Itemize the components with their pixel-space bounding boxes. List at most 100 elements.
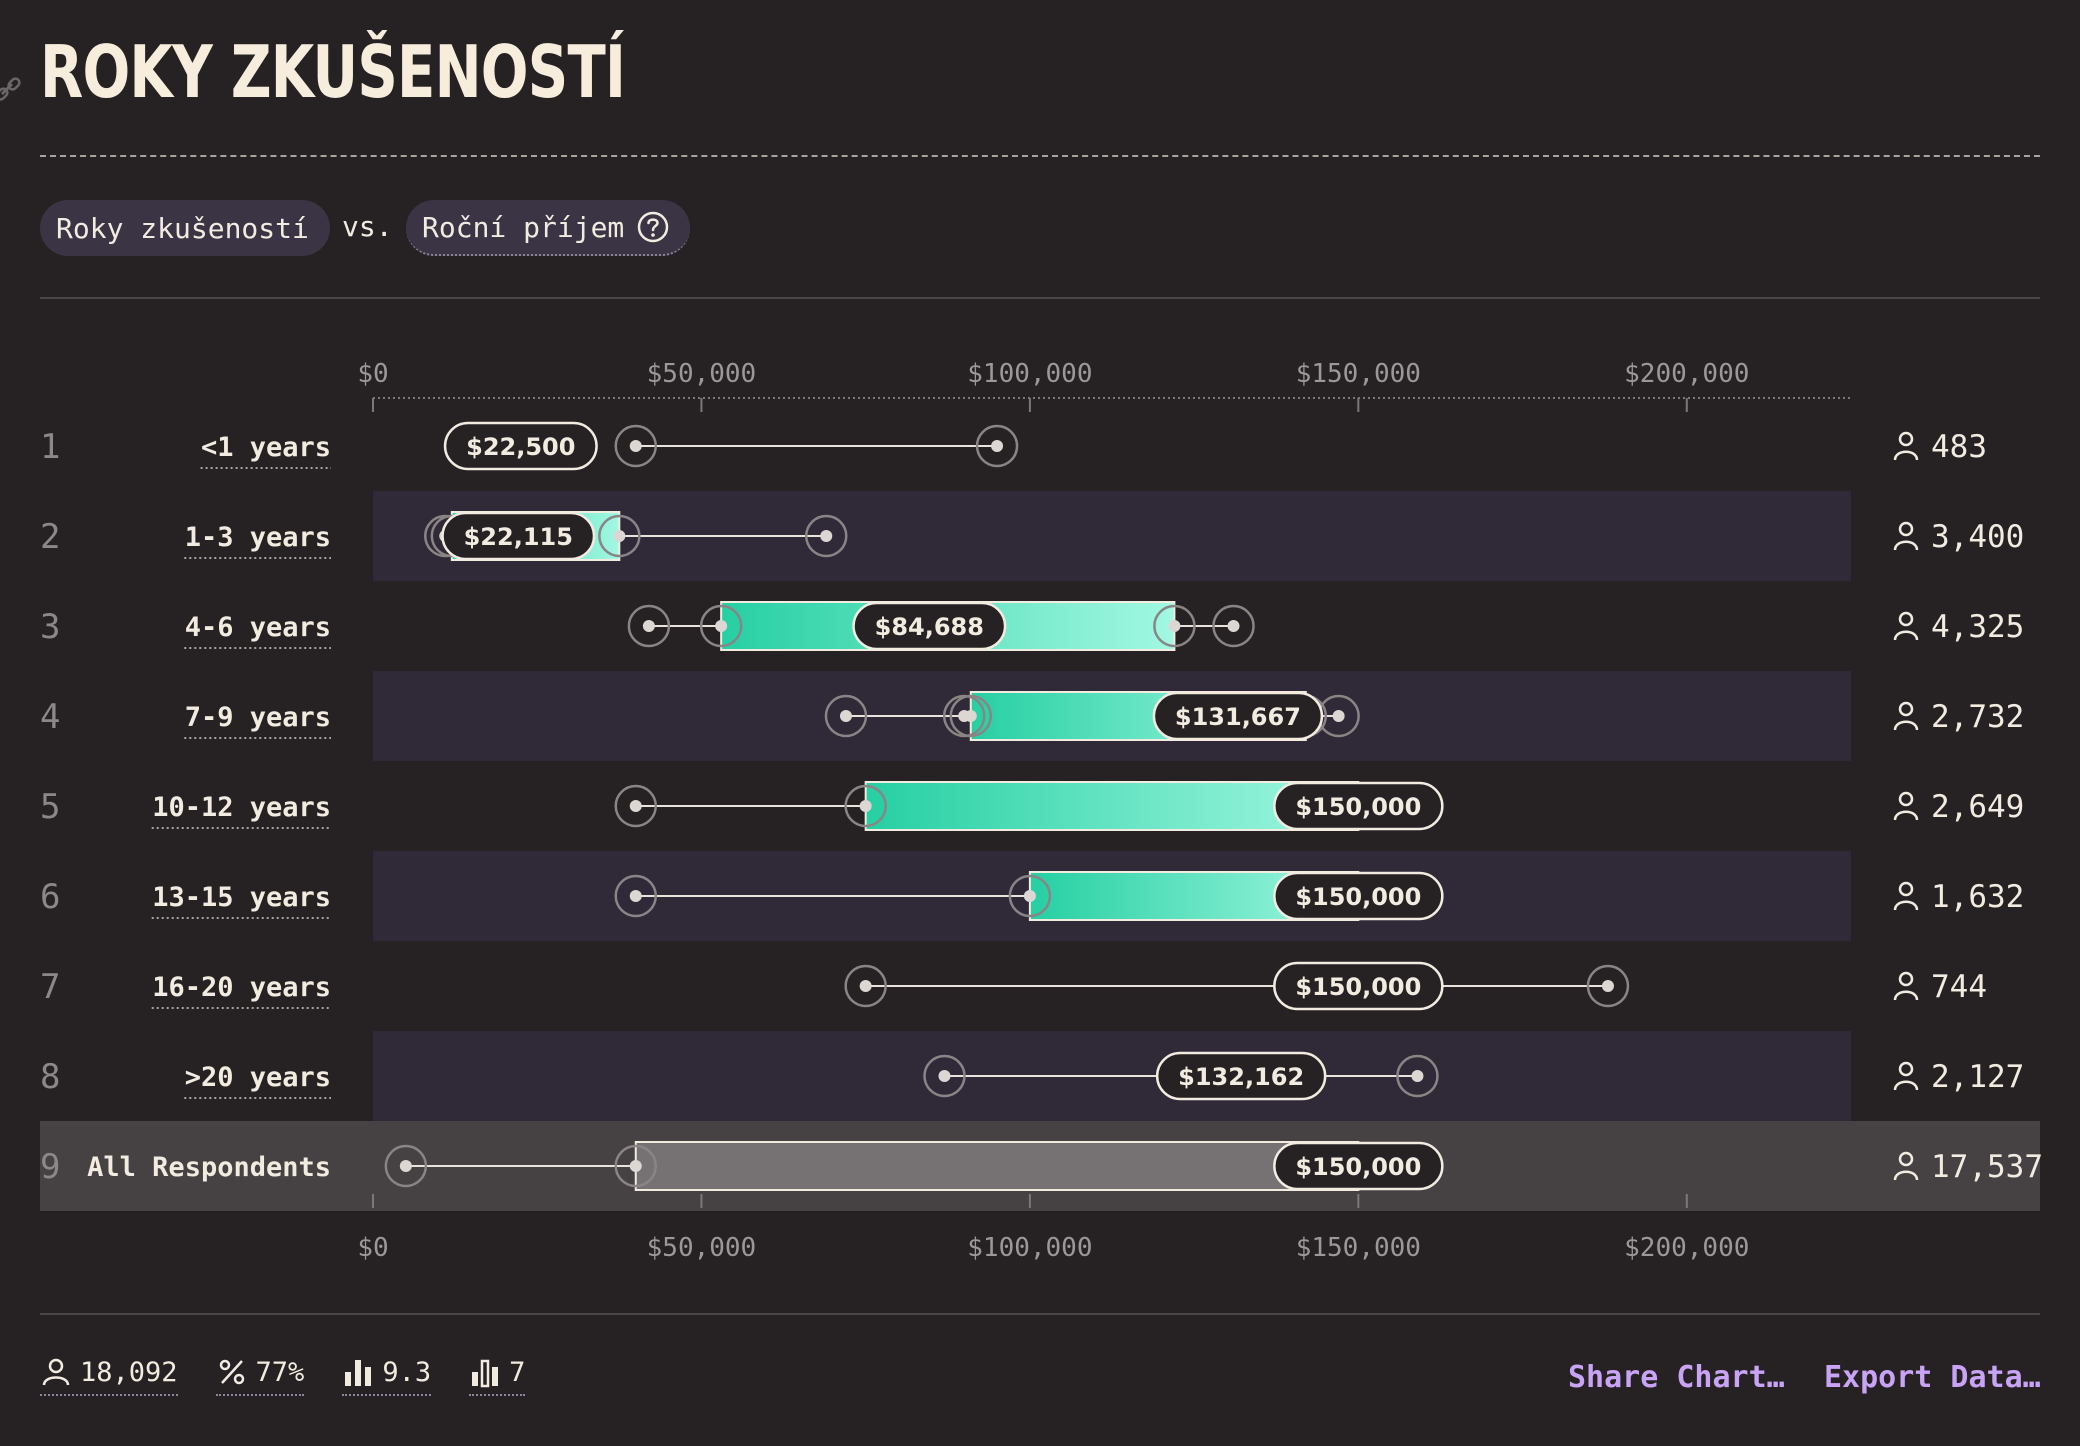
x-tick-label: $200,000 <box>1624 359 1749 389</box>
q1-marker-dot <box>629 1160 642 1172</box>
person-icon <box>1893 611 1919 641</box>
row-label: 7-9 years <box>185 702 331 733</box>
row-label: 4-6 years <box>185 612 331 643</box>
row-count: 744 <box>1931 969 1987 1005</box>
row-count: 2,732 <box>1931 699 2024 735</box>
row-label: 1-3 years <box>185 522 331 553</box>
x-tick-label: $0 <box>357 359 388 389</box>
median-label: $131,667 <box>1175 703 1301 731</box>
median-label: $22,115 <box>464 523 573 551</box>
outer-low-marker-dot <box>642 620 655 632</box>
x-tick-label: $0 <box>357 1233 388 1263</box>
respondents-stat[interactable]: 18,092 <box>40 1356 178 1396</box>
bar-chart-outline-icon <box>472 1359 499 1388</box>
chart-row: 1 <1 years $22,500 483 <box>40 421 1987 471</box>
box-plot-chart: $0 $50,000 $100,000 $150,000 $200,000 $0 $50,0… <box>40 359 2043 1263</box>
footer-stats: 18,092 77% 9.3 7 <box>40 1356 526 1396</box>
q3-marker-dot <box>613 530 626 542</box>
row-index: 1 <box>40 427 60 467</box>
person-icon <box>1893 1061 1919 1091</box>
q1-marker-dot <box>964 710 977 722</box>
person-icon-head <box>1898 881 1914 897</box>
row-index: 5 <box>40 787 60 827</box>
person-icon-body <box>1893 990 1919 1001</box>
median-label: $150,000 <box>1295 793 1421 821</box>
export-data-link[interactable]: Export Data… <box>1824 1360 2041 1395</box>
outer-low-marker-dot <box>629 800 642 812</box>
outer-low-marker-dot <box>839 710 852 722</box>
person-icon-head <box>1898 701 1914 717</box>
q3-marker-dot <box>1168 620 1181 632</box>
median-label: $132,162 <box>1178 1063 1304 1091</box>
row-count: 2,127 <box>1931 1059 2024 1095</box>
row-label: >20 years <box>185 1062 331 1093</box>
row-index: 6 <box>40 877 60 917</box>
percent-value: 77% <box>255 1356 305 1388</box>
row-label: <1 years <box>201 432 331 463</box>
x-tick-label: $200,000 <box>1624 1233 1749 1263</box>
x-tick-label: $50,000 <box>647 1233 757 1263</box>
row-index: 2 <box>40 517 60 557</box>
person-icon-body <box>1893 450 1919 461</box>
x-tick-label: $50,000 <box>647 359 757 389</box>
person-icon-body <box>1893 540 1919 551</box>
percent-stat[interactable]: 77% <box>215 1356 305 1396</box>
median-label: $84,688 <box>875 613 984 641</box>
whisker-low-marker-dot <box>629 440 642 452</box>
person-icon-head <box>1898 431 1914 447</box>
row-label: 16-20 years <box>152 972 331 1003</box>
person-icon-head <box>1898 971 1914 987</box>
person-icon-body <box>1893 630 1919 641</box>
person-icon-body <box>1893 720 1919 731</box>
person-icon <box>1893 971 1919 1001</box>
median-stat[interactable]: 7 <box>469 1356 526 1396</box>
person-icon <box>1893 431 1919 461</box>
chart-row: 3 4-6 years $84,688 4,325 <box>40 601 2024 651</box>
median-label: $150,000 <box>1295 1153 1421 1181</box>
whisker-low-marker-dot <box>1023 890 1036 902</box>
row-index: 3 <box>40 607 60 647</box>
whisker-high-marker-dot <box>991 440 1004 452</box>
person-icon-body <box>1893 1080 1919 1091</box>
mean-value: 9.3 <box>382 1356 432 1388</box>
person-icon-body <box>1893 810 1919 821</box>
whisker-high-marker-dot <box>1411 1070 1424 1082</box>
median-value: 7 <box>509 1356 526 1388</box>
row-count: 4,325 <box>1931 609 2024 645</box>
whisker-low-marker-dot <box>715 620 728 632</box>
person-icon-head <box>1898 791 1914 807</box>
whisker-high-marker-dot <box>820 530 833 542</box>
row-label: 13-15 years <box>152 882 331 913</box>
median-label: $150,000 <box>1295 973 1421 1001</box>
row-count: 17,537 <box>1931 1149 2043 1185</box>
iqr-box <box>634 1141 1360 1191</box>
footer-divider <box>40 1313 2040 1315</box>
x-tick-label: $150,000 <box>1296 359 1421 389</box>
person-icon-body <box>1893 900 1919 911</box>
whisker-low-marker-dot <box>859 980 872 992</box>
median-label: $22,500 <box>466 433 575 461</box>
chart-row: 5 10-12 years $150,000 2,649 <box>40 781 2024 831</box>
chart-row: 7 16-20 years $150,000 744 <box>40 961 1987 1011</box>
whisker-low-marker-dot <box>938 1070 951 1082</box>
row-index: 9 <box>40 1147 60 1187</box>
median-label: $150,000 <box>1295 883 1421 911</box>
outer-low-marker-dot <box>399 1160 412 1172</box>
row-count: 3,400 <box>1931 519 2024 555</box>
x-tick-label: $150,000 <box>1296 1233 1421 1263</box>
person-icon-head <box>1898 1061 1914 1077</box>
share-chart-link[interactable]: Share Chart… <box>1568 1360 1785 1395</box>
whisker-low-marker-dot <box>859 800 872 812</box>
whisker-high-marker-dot <box>1332 710 1345 722</box>
percent-icon <box>219 1359 244 1385</box>
bar-chart-icon <box>345 1360 372 1386</box>
row-index: 8 <box>40 1057 60 1097</box>
row-label: 10-12 years <box>152 792 331 823</box>
person-icon <box>1893 521 1919 551</box>
x-tick-label: $100,000 <box>967 1233 1092 1263</box>
x-tick-label: $100,000 <box>967 359 1092 389</box>
person-icon <box>1893 701 1919 731</box>
row-label: All Respondents <box>87 1152 331 1183</box>
mean-stat[interactable]: 9.3 <box>342 1356 432 1396</box>
row-count: 2,649 <box>1931 789 2024 825</box>
